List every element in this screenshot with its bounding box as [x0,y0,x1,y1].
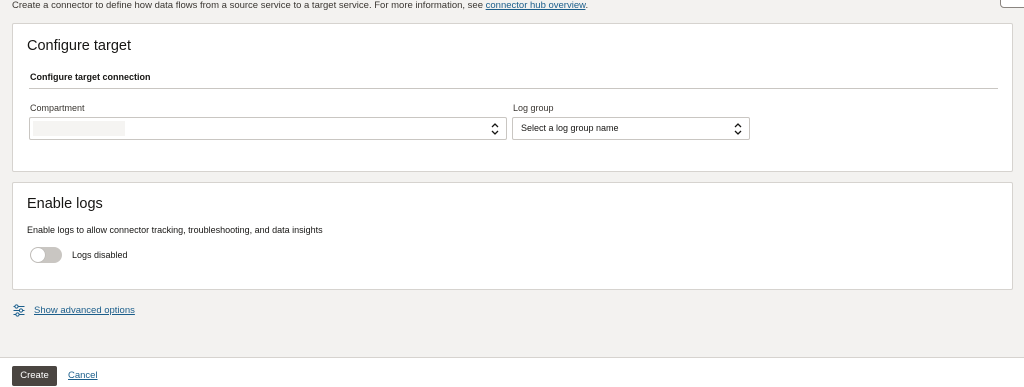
cancel-link[interactable]: Cancel [68,370,98,381]
log-group-select[interactable]: Select a log group name [512,117,750,140]
logs-toggle[interactable] [30,247,62,263]
enable-logs-description: Enable logs to allow connector tracking,… [27,225,323,235]
section-divider [29,88,998,89]
intro-text: Create a connector to define how data fl… [12,0,486,11]
configure-target-connection-heading: Configure target connection [30,72,151,82]
intro-suffix: . [585,0,589,11]
configure-target-panel: Configure target Configure target connec… [12,23,1013,172]
page-intro: Create a connector to define how data fl… [12,0,588,11]
configure-target-title: Configure target [27,38,131,54]
create-button[interactable]: Create [12,366,57,386]
compartment-value-redacted [33,121,125,136]
show-advanced-options-link[interactable]: Show advanced options [34,305,135,316]
enable-logs-title: Enable logs [27,196,103,212]
chevron-updown-icon [491,123,499,135]
chevron-updown-icon [734,123,742,135]
footer-bar: Create Cancel [0,357,1024,387]
corner-button[interactable] [1000,0,1024,8]
sliders-icon [13,304,25,317]
toggle-knob [31,248,45,262]
log-group-placeholder: Select a log group name [521,123,619,133]
log-group-label: Log group [513,103,554,113]
logs-toggle-label: Logs disabled [72,250,128,260]
compartment-select[interactable] [29,117,507,140]
enable-logs-panel: Enable logs Enable logs to allow connect… [12,182,1013,290]
connector-hub-overview-link[interactable]: connector hub overview [486,0,586,11]
compartment-label: Compartment [30,103,85,113]
